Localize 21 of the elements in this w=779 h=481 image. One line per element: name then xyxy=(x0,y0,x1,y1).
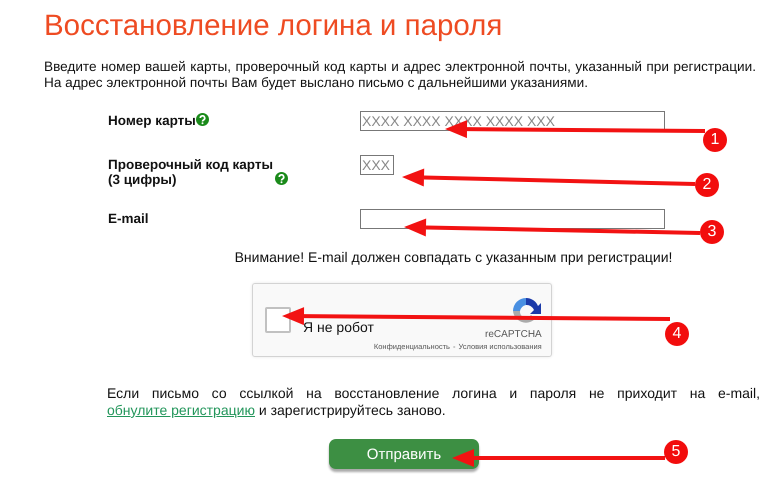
reset-registration-link[interactable]: обнулите регистрацию xyxy=(107,402,255,418)
annotation-badge: 4 xyxy=(665,322,689,346)
instructions-text: Введите номер вашей карты, проверочный код карты и адрес электронной почты, указанный при регистрации. На адрес электронной почты Вам будет выслано письмо с дальнейшими указаниями. xyxy=(44,59,756,91)
annotation-badge: 5 xyxy=(664,440,688,464)
submit-button[interactable]: Отправить xyxy=(329,439,479,469)
annotation-badge: 1 xyxy=(703,128,727,152)
captcha-brand: reCAPTCHA xyxy=(485,329,542,340)
annotation-badge: 2 xyxy=(695,173,719,197)
input-field[interactable] xyxy=(360,209,665,229)
warning-text: Внимание! E-mail должен совпадать с указанным при регистрации! xyxy=(234,249,672,265)
reset-note: Если письмо со ссылкой на восстановление логина и пароля не приходит на e-mail, обнулите регистрацию и зарегистрируйтесь заново. xyxy=(107,385,760,419)
field-label: Проверочный код карты (3 цифры) xyxy=(108,157,274,187)
input-field[interactable]: XXX xyxy=(360,155,394,175)
captcha-checkbox[interactable] xyxy=(265,307,291,333)
captcha-label: Я не робот xyxy=(303,318,374,335)
help-icon[interactable] xyxy=(275,172,288,185)
annotation-badge: 3 xyxy=(700,220,724,244)
field-label: E-mail xyxy=(108,211,149,226)
help-icon[interactable] xyxy=(196,113,209,126)
field-label: Номер карты xyxy=(108,113,196,128)
page-title: Восстановление логина и пароля xyxy=(44,8,504,44)
